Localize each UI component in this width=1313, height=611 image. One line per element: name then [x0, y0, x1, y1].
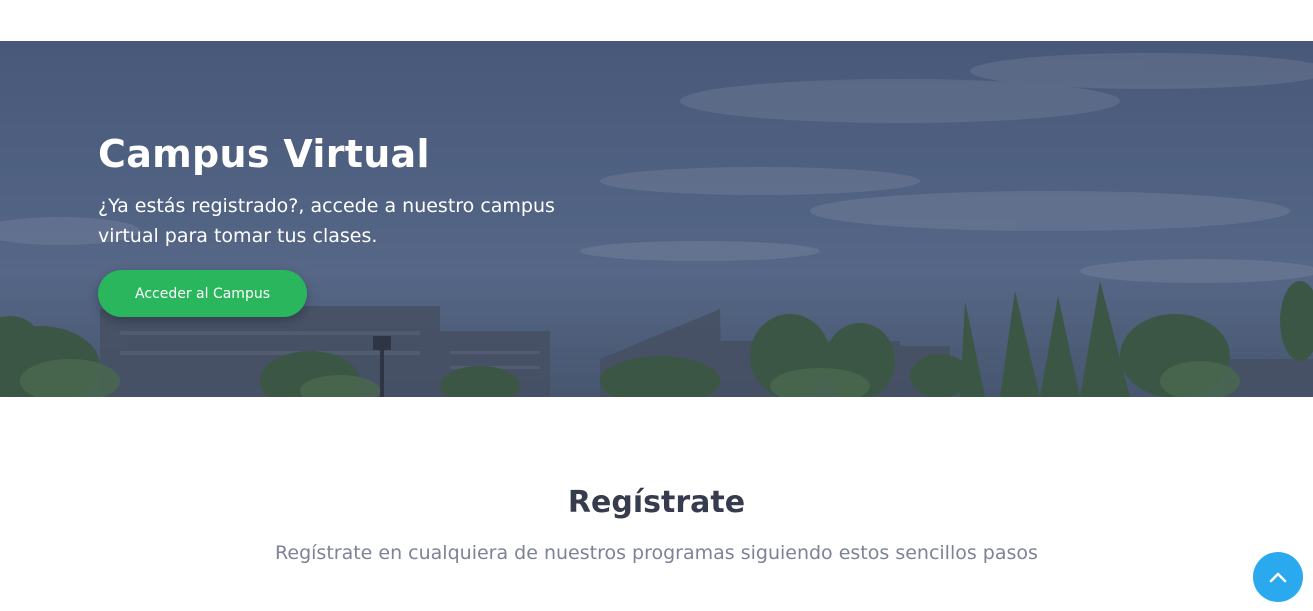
access-campus-button[interactable]: Acceder al Campus	[98, 270, 307, 317]
hero-banner: Campus Virtual ¿Ya estás registrado?, ac…	[0, 41, 1313, 397]
register-section: Regístrate Regístrate en cualquiera de n…	[0, 397, 1313, 611]
scroll-to-top-button[interactable]	[1253, 552, 1303, 602]
register-title: Regístrate	[567, 485, 746, 520]
top-header-bar	[0, 0, 1313, 41]
hero-content: Campus Virtual ¿Ya estás registrado?, ac…	[98, 129, 618, 251]
register-subtitle: Regístrate en cualquiera de nuestros pro…	[275, 542, 1038, 564]
hero-title: Campus Virtual	[98, 132, 430, 176]
chevron-up-icon	[1269, 571, 1287, 583]
hero-subtitle: ¿Ya estás registrado?, accede a nuestro …	[98, 195, 555, 247]
